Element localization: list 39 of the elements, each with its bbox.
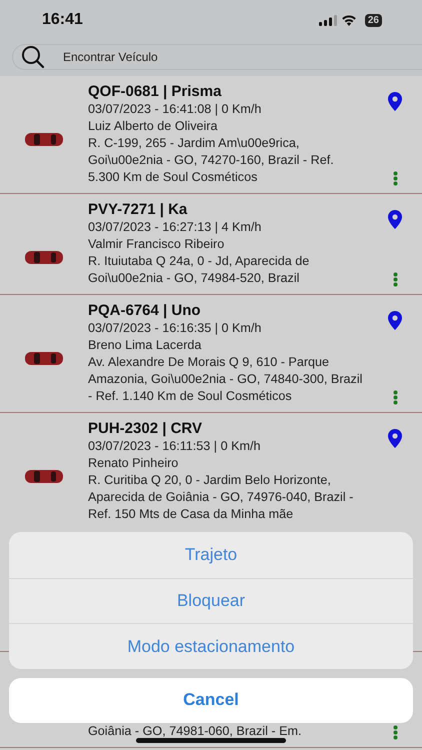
more-options-icon[interactable] bbox=[392, 725, 398, 740]
car-icon bbox=[25, 469, 63, 484]
vehicle-address: Av. Alexandre De Morais Q 9, 610 - Parque Amazonia, Goi\u00e2nia - GO, 74840-300, Brazil - Ref. 1.140 Km de Soul Cosméticos bbox=[88, 354, 364, 405]
location-pin-icon[interactable] bbox=[388, 429, 402, 448]
location-pin-icon[interactable] bbox=[388, 210, 402, 229]
vehicle-title: PQA-6764 | Uno bbox=[88, 301, 202, 320]
more-options-icon[interactable] bbox=[392, 272, 398, 287]
cancel-button[interactable]: Cancel bbox=[9, 678, 413, 722]
status-time: 16:41 bbox=[42, 10, 83, 30]
vehicle-address: R. C-199, 265 - Jardim Am\u00e9rica, Goi\u00e2nia - GO, 74270-160, Brazil - Ref. 5.300 Km de Soul Cosméticos bbox=[88, 135, 335, 186]
car-icon bbox=[25, 132, 63, 147]
vehicle-title: PUH-2302 | CRV bbox=[88, 419, 203, 438]
search-icon bbox=[21, 45, 45, 69]
action-option[interactable]: Bloquear bbox=[9, 578, 413, 623]
driver-name: Luiz Alberto de Oliveira bbox=[88, 118, 219, 135]
signal-icon bbox=[318, 14, 337, 26]
vehicle-timestamp: 03/07/2023 - 16:11:53 | 0 Km/h bbox=[88, 438, 262, 455]
vehicle-address: R. Ituiutaba Q 24a, 0 - Jd, Aparecida de Goi\u00e2nia - GO, 74984-520, Brazil bbox=[88, 253, 310, 287]
more-options-icon[interactable] bbox=[392, 390, 398, 405]
driver-name: Breno Lima Lacerda bbox=[88, 337, 202, 354]
car-icon bbox=[25, 351, 63, 366]
vehicle-address: R. Curitiba Q 20, 0 - Jardim Belo Horizonte, Aparecida de Goiânia - GO, 74976-040, Brazil - Ref. 150 Mts de Casa da Minha mãe bbox=[88, 472, 354, 523]
vehicle-timestamp: 03/07/2023 - 16:16:35 | 0 Km/h bbox=[88, 320, 262, 337]
location-pin-icon[interactable] bbox=[388, 92, 402, 111]
battery-level: 26 bbox=[364, 14, 382, 26]
driver-name: Renato Pinheiro bbox=[88, 455, 180, 472]
location-pin-icon[interactable] bbox=[388, 311, 402, 330]
vehicle-title: QOF-0681 | Prisma bbox=[88, 82, 222, 101]
vehicle-title: PVY-7271 | Ka bbox=[88, 200, 188, 219]
action-option[interactable]: Trajeto bbox=[9, 532, 413, 578]
car-icon bbox=[25, 250, 63, 265]
action-option[interactable]: Modo estacionamento bbox=[9, 623, 413, 668]
search-field[interactable]: Encontrar Veículo bbox=[12, 44, 422, 70]
vehicle-address: Goiânia - GO, 74981-060, Brazil - Em. bbox=[88, 723, 302, 740]
wifi-icon bbox=[340, 14, 357, 26]
vehicle-timestamp: 03/07/2023 - 16:27:13 | 4 Km/h bbox=[88, 219, 262, 236]
vehicle-timestamp: 03/07/2023 - 16:41:08 | 0 Km/h bbox=[88, 101, 262, 118]
driver-name: Valmir Francisco Ribeiro bbox=[88, 236, 226, 253]
more-options-icon[interactable] bbox=[392, 171, 398, 186]
